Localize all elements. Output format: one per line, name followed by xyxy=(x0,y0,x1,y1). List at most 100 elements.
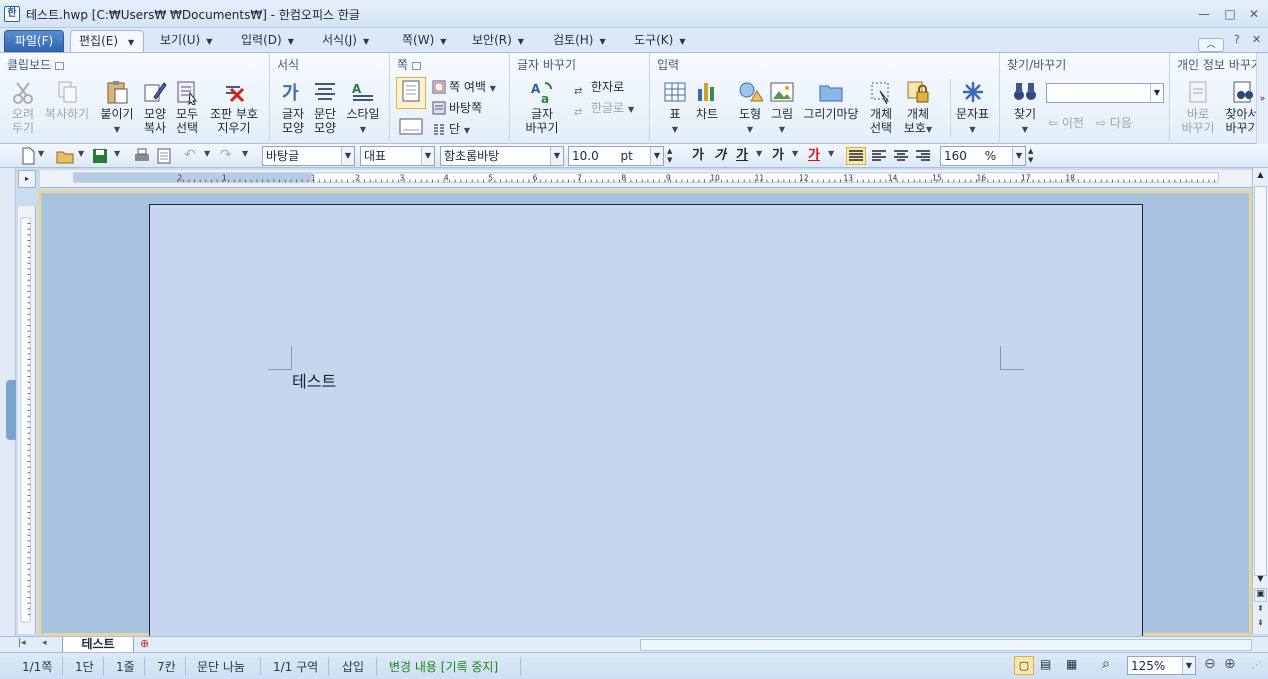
cut-button[interactable]: 오려 두기 xyxy=(8,79,38,135)
paste-button[interactable]: 붙이기 ▼ xyxy=(98,79,136,137)
find-replace-button[interactable]: 찾아서 바꾸기 xyxy=(1222,79,1256,135)
tab-file[interactable]: 파일(F) xyxy=(4,30,64,52)
chevron-down-icon[interactable]: ▼ xyxy=(1182,657,1195,674)
font-select[interactable]: 함초롬바탕 ▼ xyxy=(440,146,564,166)
shape-button[interactable]: 도형 ▼ xyxy=(736,79,764,137)
line-spacing-input[interactable]: 160 % ▼ xyxy=(940,146,1026,166)
line-spacing-stepper[interactable]: ▲ ▼ xyxy=(1028,147,1040,165)
chevron-down-icon[interactable]: ▼ xyxy=(550,147,563,165)
vertical-ruler[interactable] xyxy=(18,206,36,634)
to-hanja-button[interactable]: ⇄ 한자로 xyxy=(574,79,624,98)
zoom-icon[interactable]: ⌕ xyxy=(1102,656,1110,672)
print-icon[interactable] xyxy=(134,147,150,165)
select-all-button[interactable]: 모두 선택 xyxy=(172,79,202,135)
picture-button[interactable]: 그림 ▼ xyxy=(768,79,796,137)
chevron-down-icon[interactable]: ▼ xyxy=(756,149,762,167)
style-button[interactable]: A 스타일 ▼ xyxy=(344,79,382,137)
chevron-down-icon[interactable]: ▼ xyxy=(114,149,120,167)
document-text[interactable]: 테스트 xyxy=(292,368,336,392)
zoom-in-icon[interactable]: ⊕ xyxy=(1224,656,1236,672)
document-page[interactable] xyxy=(149,204,1143,644)
align-justify-button[interactable] xyxy=(846,147,866,165)
bold-button[interactable]: 가 xyxy=(692,147,704,165)
ribbon-more-icon[interactable]: » xyxy=(1256,53,1268,145)
redo-icon[interactable]: ↷ xyxy=(220,147,232,165)
document-tab[interactable]: 테스트 xyxy=(62,637,134,653)
zoom-select[interactable]: 125% ▼ xyxy=(1127,656,1196,675)
chevron-down-icon[interactable]: ▼ xyxy=(242,149,248,167)
tab-edit[interactable]: 편집(E) ▼ xyxy=(70,30,144,52)
to-hangul-button[interactable]: ⇄ 한글로 ▼ xyxy=(574,100,634,119)
scroll-up-icon[interactable]: ▲ xyxy=(1254,170,1267,182)
page-view-icon[interactable]: ▣ xyxy=(1254,588,1267,602)
ruler-corner[interactable]: ▸ xyxy=(18,170,36,188)
page-landscape-button[interactable] xyxy=(396,113,426,141)
tab-prev-icon[interactable]: ◂ xyxy=(42,638,47,648)
drawing-art-button[interactable]: 그리기마당 xyxy=(800,79,862,121)
tab-page[interactable]: 쪽(W) ▼ xyxy=(402,30,446,52)
outline-button[interactable]: 가 xyxy=(772,147,784,165)
copy-format-button[interactable]: 모양 복사 xyxy=(140,79,170,135)
chevron-down-icon[interactable]: ▼ xyxy=(421,147,434,165)
next-button[interactable]: ⇨ 다음 xyxy=(1096,115,1132,131)
status-page[interactable]: 1/1쪽 xyxy=(22,658,52,675)
chart-button[interactable]: 차트 xyxy=(692,79,722,121)
ribbon-collapse-button[interactable]: ︿ xyxy=(1198,38,1224,52)
underline-button[interactable]: 가 xyxy=(736,147,748,165)
chevron-down-icon[interactable]: ▼ xyxy=(1150,84,1163,102)
para-shape-button[interactable]: 문단 모양 xyxy=(310,79,340,135)
find-button[interactable]: 찾기 ▼ xyxy=(1010,79,1040,137)
language-select[interactable]: 대표 ▼ xyxy=(360,146,435,166)
horizontal-scrollbar[interactable] xyxy=(640,639,1252,651)
page-layout-view-icon[interactable]: ▢ xyxy=(1014,656,1034,675)
help-button[interactable]: ? xyxy=(1234,30,1240,52)
italic-button[interactable]: 가 xyxy=(714,147,726,165)
chevron-down-icon[interactable]: ▼ xyxy=(1012,147,1025,165)
columns-button[interactable]: 단 ▼ xyxy=(432,121,470,139)
hwp-app-icon[interactable]: 한 xyxy=(4,6,20,22)
tab-security[interactable]: 보안(R) ▼ xyxy=(472,30,524,52)
maximize-button[interactable]: □ xyxy=(1220,6,1240,22)
expand-icon[interactable] xyxy=(55,61,65,70)
font-size-input[interactable]: 10.0 pt ▼ xyxy=(568,146,664,166)
replace-now-button[interactable]: 바로 바꾸기 xyxy=(1178,79,1218,135)
minimize-button[interactable]: — xyxy=(1194,6,1214,22)
new-tab-icon[interactable]: ⊕ xyxy=(140,637,149,650)
page-margin-button[interactable]: 쪽 여백 ▼ xyxy=(432,79,496,97)
copy-button[interactable]: 복사하기 xyxy=(42,79,92,121)
horizontal-ruler[interactable]: 2 1 1 2 3 4 5 6 7 8 9 10 11 12 13 14 15 16 17 18 xyxy=(40,170,1252,188)
align-right-icon[interactable] xyxy=(914,147,932,165)
chevron-down-icon[interactable]: ▼ xyxy=(341,147,354,165)
prev-button[interactable]: ⇦ 이전 xyxy=(1048,115,1084,131)
normal-view-icon[interactable]: ▤ xyxy=(1040,657,1051,671)
next-page-icon[interactable]: ⇟ xyxy=(1254,618,1267,630)
chevron-down-icon[interactable]: ▼ xyxy=(204,149,210,167)
char-shape-button[interactable]: 가 글자 모양 xyxy=(278,79,308,135)
zoom-out-icon[interactable]: ⊖ xyxy=(1204,656,1216,672)
scroll-thumb[interactable] xyxy=(1254,186,1267,576)
object-select-button[interactable]: 개체 선택 xyxy=(866,79,896,135)
scroll-down-icon[interactable]: ▼ xyxy=(1254,574,1267,586)
tab-view[interactable]: 보기(U) ▼ xyxy=(160,30,212,52)
page-setup-button[interactable] xyxy=(396,77,426,109)
object-protect-button[interactable]: 개체 보호▼ xyxy=(900,79,936,137)
chevron-down-icon[interactable]: ▼ xyxy=(38,149,44,167)
open-folder-icon[interactable] xyxy=(56,147,74,165)
close-doc-icon[interactable]: ✕ xyxy=(1252,30,1261,52)
tab-tools[interactable]: 도구(K) ▼ xyxy=(634,30,685,52)
status-track-changes[interactable]: 변경 내용 [기록 중지] xyxy=(389,658,498,675)
tab-first-icon[interactable]: |◂ xyxy=(18,638,26,648)
tab-input[interactable]: 입력(D) ▼ xyxy=(241,30,294,52)
align-left-icon[interactable] xyxy=(870,147,888,165)
print-preview-icon[interactable] xyxy=(156,147,172,165)
chevron-down-icon[interactable]: ▼ xyxy=(650,147,663,165)
undo-icon[interactable]: ↶ xyxy=(184,147,196,165)
resize-grip-icon[interactable]: ⋰ xyxy=(1252,661,1261,671)
tab-format[interactable]: 서식(J) ▼ xyxy=(322,30,369,52)
web-view-icon[interactable]: ▦ xyxy=(1066,657,1077,671)
align-center-icon[interactable] xyxy=(892,147,910,165)
char-map-button[interactable]: 문자표 ▼ xyxy=(950,79,990,137)
char-change-button[interactable]: Aa 글자 바꾸기 xyxy=(520,79,564,135)
side-panel-handle[interactable] xyxy=(6,380,16,440)
prev-page-icon[interactable]: ⇞ xyxy=(1254,604,1267,616)
